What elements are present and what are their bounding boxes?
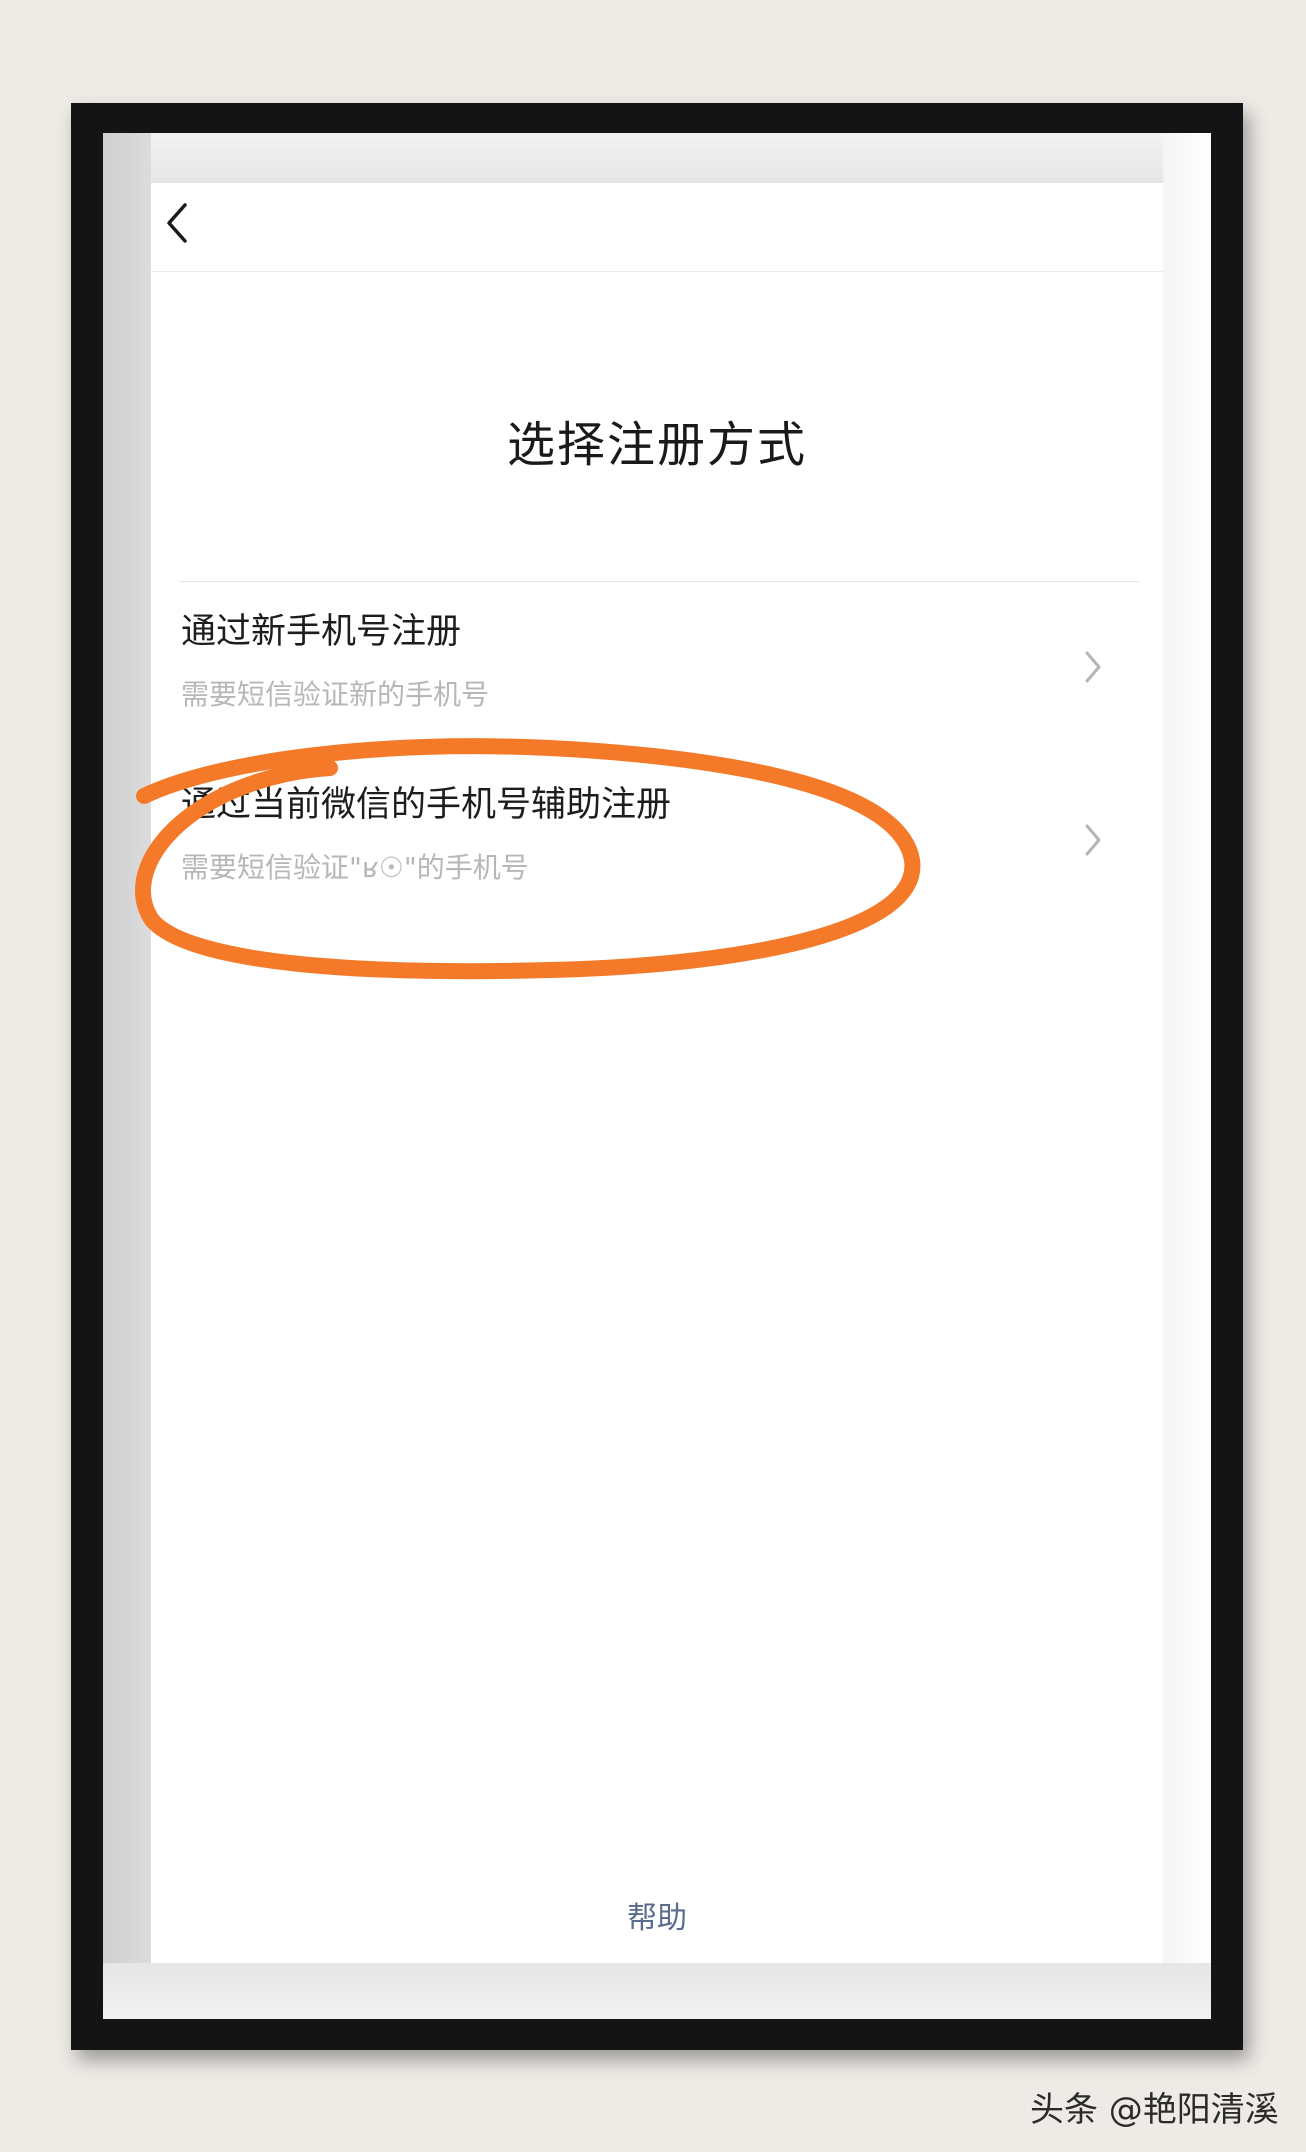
frame-mat-right [1163,133,1211,2019]
chevron-right-icon [1085,651,1101,683]
app-screen: 选择注册方式 通过新手机号注册 需要短信验证新的手机号 通过当前微信的手机号辅助… [151,183,1163,1963]
option-title: 通过新手机号注册 [181,612,462,652]
watermark: 头条 @艳阳清溪 [1030,2090,1279,2130]
help-link[interactable]: 帮助 [151,1893,1163,1937]
frame-mat-bottom [103,1963,1211,2019]
back-icon[interactable] [159,195,199,251]
option-subtitle: 需要短信验证新的手机号 [181,678,490,711]
chevron-right-icon [1085,824,1101,856]
frame-mat-left [103,133,151,2019]
frame-mat-top [103,133,1211,183]
navigation-bar [151,183,1163,272]
page-title: 选择注册方式 [506,417,807,473]
annotation-circle [135,738,921,980]
divider [179,581,1139,582]
